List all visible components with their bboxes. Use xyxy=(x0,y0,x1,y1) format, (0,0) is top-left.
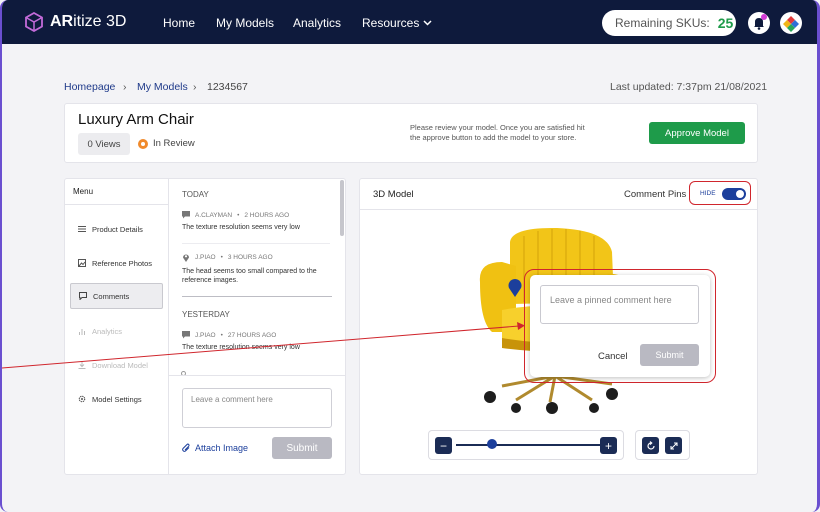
comment-time: 3 HOURS AGO xyxy=(227,254,273,261)
zoom-out-button[interactable]: − xyxy=(435,437,452,454)
review-note-line-1: Please review your model. Once you are s… xyxy=(410,123,585,132)
section-today: TODAY xyxy=(182,190,209,199)
menu-title: Menu xyxy=(73,187,94,196)
breadcrumb-homepage[interactable]: Homepage xyxy=(64,81,115,93)
menu-item-comments[interactable]: Comments xyxy=(70,283,163,309)
paperclip-icon xyxy=(182,443,190,452)
pinned-comment-input[interactable]: Leave a pinned comment here xyxy=(540,285,699,324)
views-badge: 0 Views xyxy=(78,133,130,155)
pinned-cancel-button[interactable]: Cancel xyxy=(598,351,628,362)
zoom-slider-track[interactable] xyxy=(456,444,600,446)
annotation-arrow xyxy=(2,322,525,369)
comment-pins-label: Comment Pins xyxy=(624,189,687,200)
toggle-knob xyxy=(736,190,744,198)
avatar-logo-icon xyxy=(783,16,799,32)
plus-icon: + xyxy=(604,438,612,453)
nav-resources[interactable]: Resources xyxy=(362,16,432,30)
last-updated: Last updated: 7:37pm 21/08/2021 xyxy=(610,81,768,93)
chevron-down-icon xyxy=(423,20,432,26)
remaining-skus-badge: Remaining SKUs: 25 xyxy=(602,10,736,36)
top-navbar: ARitize 3D Home My Models Analytics Reso… xyxy=(2,0,817,44)
comment-text: The head seems too small compared to the… xyxy=(182,268,317,284)
remaining-skus-count: 25 xyxy=(717,15,734,31)
attach-image-link[interactable]: Attach Image xyxy=(182,443,248,453)
notification-button[interactable] xyxy=(748,12,770,34)
menu-item-reference-photos[interactable]: Reference Photos xyxy=(70,250,163,276)
status-label: In Review xyxy=(153,138,195,149)
chevron-right-icon: › xyxy=(193,81,197,93)
viewer-header-divider xyxy=(359,209,758,210)
chat-icon xyxy=(79,292,87,300)
brand-name-rest: itize 3D xyxy=(73,13,127,30)
day-divider xyxy=(182,296,332,297)
review-note-line-2: the approve button to add the model to y… xyxy=(410,133,577,142)
menu-divider xyxy=(64,204,168,205)
list-icon xyxy=(78,226,86,232)
comment-submit-button[interactable]: Submit xyxy=(272,437,332,459)
nav-resources-label: Resources xyxy=(362,16,420,30)
remaining-skus-label: Remaining SKUs: xyxy=(615,16,710,30)
menu-item-label: Reference Photos xyxy=(92,258,153,268)
attach-image-label: Attach Image xyxy=(195,443,249,453)
menu-item-model-settings[interactable]: Model Settings xyxy=(70,386,163,412)
approve-model-button[interactable]: Approve Model xyxy=(649,122,745,144)
menu-item-product-details[interactable]: Product Details xyxy=(70,216,163,242)
chat-bubble-icon xyxy=(182,211,190,219)
cube-logo-icon xyxy=(25,12,43,32)
comment-time: 2 HOURS AGO xyxy=(244,211,290,219)
separator-dot: • xyxy=(237,211,240,219)
zoom-in-button[interactable]: + xyxy=(600,437,617,454)
comment-item: A.CLAYMAN • 2 HOURS AGO The texture resolu… xyxy=(182,211,330,231)
comment-divider xyxy=(182,243,330,244)
pin-icon xyxy=(183,254,189,262)
app-window: ARitize 3D Home My Models Analytics Reso… xyxy=(0,0,820,512)
comment-author: J.PIAO xyxy=(195,254,216,261)
expand-icon xyxy=(669,441,678,450)
comment-text: The texture resolution seems very low xyxy=(182,224,300,231)
zoom-slider-thumb[interactable] xyxy=(487,439,497,449)
toggle-label: HIDE xyxy=(700,190,716,197)
separator-dot: • xyxy=(220,254,223,261)
comment-input[interactable]: Leave a comment here xyxy=(182,388,332,428)
viewer-title: 3D Model xyxy=(373,189,414,200)
comment-author: A.CLAYMAN xyxy=(195,211,233,219)
composer-divider xyxy=(169,375,346,376)
brand-logo[interactable]: ARitize 3D xyxy=(24,12,126,32)
breadcrumb-model-id: 1234567 xyxy=(207,81,248,93)
breadcrumb-my-models[interactable]: My Models xyxy=(137,81,188,93)
reset-view-button[interactable] xyxy=(642,437,659,454)
comments-scrollbar[interactable] xyxy=(340,180,344,236)
review-note: Please review your model. Once you are s… xyxy=(410,123,585,143)
brand-name-bold: AR xyxy=(50,13,74,30)
refresh-icon xyxy=(646,440,655,450)
nav-analytics[interactable]: Analytics xyxy=(293,16,341,30)
fullscreen-button[interactable] xyxy=(665,437,682,454)
bell-icon xyxy=(754,14,767,30)
comment-item: J.PIAO • 3 HOURS AGO The head seems too sm… xyxy=(182,253,330,285)
status-badge: In Review xyxy=(138,138,195,149)
minus-icon: − xyxy=(439,438,447,453)
chevron-right-icon: › xyxy=(123,81,127,93)
product-title: Luxury Arm Chair xyxy=(78,111,194,128)
nav-home[interactable]: Home xyxy=(163,16,195,30)
status-dot-icon xyxy=(138,138,148,149)
user-avatar[interactable] xyxy=(780,12,802,34)
nav-my-models[interactable]: My Models xyxy=(216,16,274,30)
pinned-submit-button[interactable]: Submit xyxy=(640,344,699,366)
gear-icon xyxy=(78,395,86,403)
comment-pins-toggle[interactable] xyxy=(722,188,746,200)
menu-item-label: Comments xyxy=(93,291,130,301)
image-icon xyxy=(78,259,86,267)
menu-item-label: Model Settings xyxy=(92,394,142,404)
menu-item-label: Product Details xyxy=(92,224,143,234)
